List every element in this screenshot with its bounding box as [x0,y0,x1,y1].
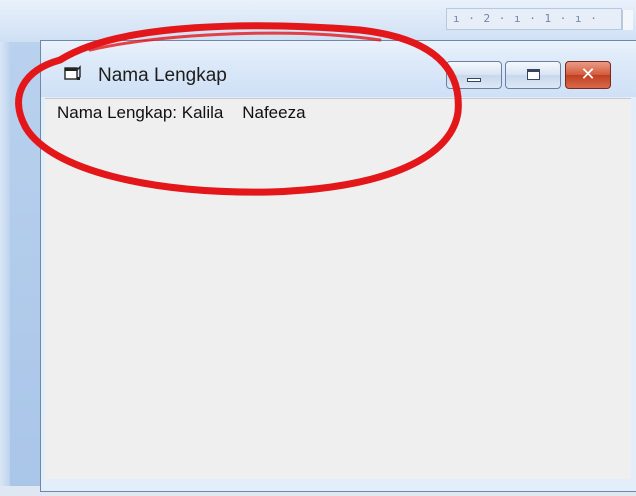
maximize-icon [527,69,540,80]
window-title: Nama Lengkap [98,65,227,86]
minimize-icon [467,78,481,82]
maximize-button[interactable] [505,61,561,89]
form-window: Nama Lengkap ✕ Nama Lengkap: Kalila Nafe… [40,40,636,492]
ruler-end [622,10,633,30]
minimize-button[interactable] [446,61,502,89]
form-icon[interactable] [64,65,82,81]
ruler: ı · 2 · ı · 1 · ı · [446,8,622,30]
background-left-edge [0,42,10,496]
close-button[interactable]: ✕ [565,61,611,89]
close-icon: ✕ [580,64,596,85]
full-name-label: Nama Lengkap: Kalila Nafeeza [57,103,306,122]
form-client-area: Nama Lengkap: Kalila Nafeeza [45,98,631,479]
title-bar[interactable]: Nama Lengkap ✕ [41,41,636,97]
